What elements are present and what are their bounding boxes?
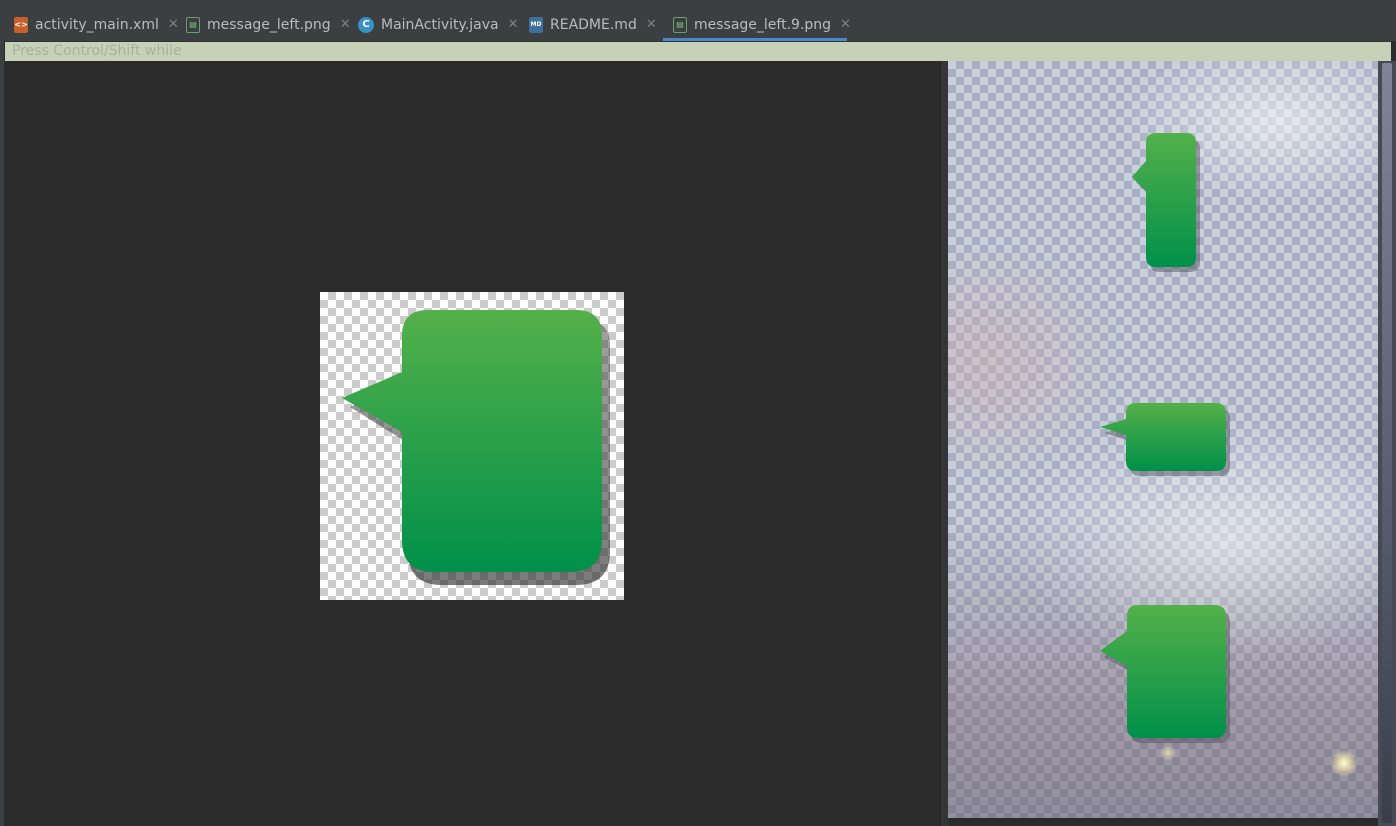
tab-label: message_left.9.png [694, 16, 832, 33]
stretched-bubble-previews [1100, 133, 1230, 743]
tab-label: MainActivity.java [381, 16, 499, 33]
vertical-scrollbar[interactable] [1378, 61, 1396, 826]
speech-bubble-image [342, 310, 610, 585]
image-file-icon: ▤ [673, 16, 687, 33]
java-class-icon: C [358, 16, 374, 33]
xml-file-icon: <> [14, 16, 28, 33]
close-icon[interactable]: ✕ [840, 17, 851, 32]
tab-label: message_left.png [207, 16, 331, 33]
tab-readme-md[interactable]: MD README.md ✕ [529, 8, 657, 41]
close-icon[interactable]: ✕ [508, 17, 519, 32]
wide-bubble-preview [1100, 403, 1230, 476]
tall-bubble-preview [1132, 133, 1200, 272]
markdown-file-icon: MD [529, 16, 543, 33]
window-top-edge [0, 0, 1396, 8]
image-editor-panel [4, 61, 940, 826]
tab-label: README.md [550, 16, 637, 33]
editor-tab-bar: <> activity_main.xml ✕ ▤ message_left.pn… [0, 8, 1396, 42]
nine-patch-preview-panel [948, 61, 1378, 818]
close-icon[interactable]: ✕ [168, 17, 179, 32]
tab-message-left-9-png[interactable]: ▤ message_left.9.png ✕ [663, 8, 851, 41]
tab-label: activity_main.xml [35, 16, 159, 33]
image-preview-canvas[interactable] [320, 292, 624, 600]
tab-main-activity-java[interactable]: C MainActivity.java ✕ [358, 8, 518, 41]
image-file-icon: ▤ [186, 16, 200, 33]
tab-message-left-png[interactable]: ▤ message_left.png ✕ [186, 8, 351, 41]
close-icon[interactable]: ✕ [340, 17, 351, 32]
tab-activity-main-xml[interactable]: <> activity_main.xml ✕ [14, 8, 179, 41]
large-bubble-preview [1100, 605, 1230, 743]
close-icon[interactable]: ✕ [646, 17, 657, 32]
info-bar: Press Control/Shift while [5, 42, 1391, 61]
scrollbar-thumb[interactable] [1382, 63, 1392, 823]
info-bar-text: Press Control/Shift while [12, 43, 182, 59]
